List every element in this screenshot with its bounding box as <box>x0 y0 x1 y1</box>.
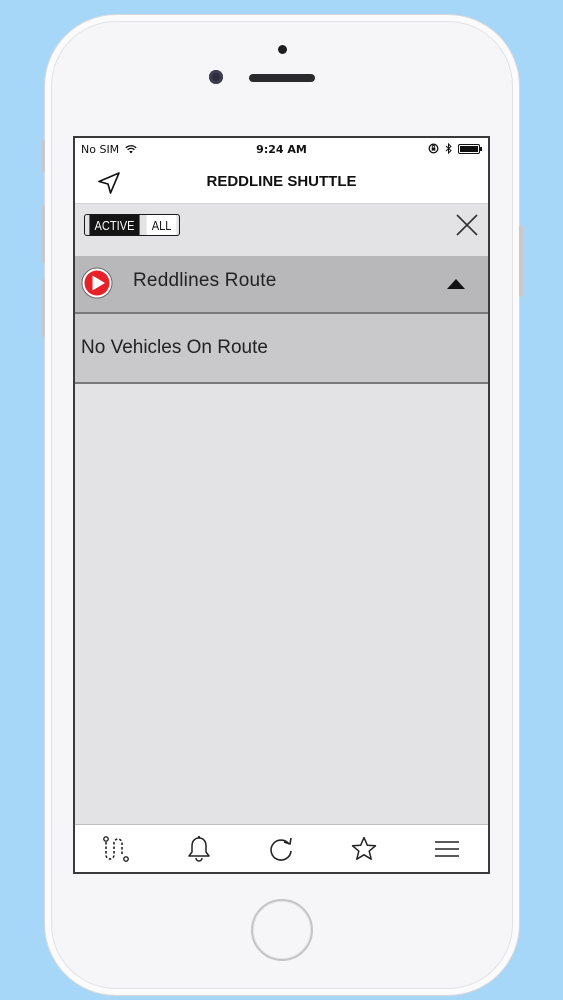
play-circle-icon <box>81 267 113 299</box>
status-right-icons <box>428 143 482 154</box>
status-bar: No SIM 9:24 AM <box>75 138 488 160</box>
app-screen: No SIM 9:24 AM REDDLINE SHUTTLE ACTIVE A… <box>73 136 490 874</box>
star-icon <box>351 836 377 860</box>
page-title: REDDLINE SHUTTLE <box>206 173 357 190</box>
proximity-sensor <box>278 45 287 54</box>
volume-down-button <box>41 279 45 337</box>
tab-alerts[interactable] <box>182 832 216 866</box>
filter-active-option[interactable]: ACTIVE <box>89 215 140 235</box>
empty-vehicles-row: No Vehicles On Route <box>75 314 488 384</box>
active-all-toggle[interactable]: ACTIVE ALL <box>84 214 181 236</box>
bluetooth-icon <box>445 143 452 154</box>
tab-favorites[interactable] <box>347 832 381 866</box>
route-name: Reddlines Route <box>133 270 277 291</box>
tab-routes[interactable] <box>99 832 133 866</box>
refresh-icon <box>270 837 293 861</box>
home-button[interactable] <box>251 899 313 961</box>
tab-bar <box>75 824 488 872</box>
route-row[interactable]: Reddlines Route <box>75 256 488 314</box>
front-camera <box>209 70 223 84</box>
rotation-lock-icon <box>428 143 439 154</box>
earpiece-speaker <box>249 74 315 82</box>
battery-icon <box>458 143 482 154</box>
bell-icon <box>188 835 210 862</box>
filter-bar: ACTIVE ALL <box>75 204 488 248</box>
route-icon <box>103 835 130 862</box>
mute-switch <box>41 140 45 172</box>
tab-refresh[interactable] <box>264 832 298 866</box>
power-button <box>519 225 523 297</box>
caret-up-icon[interactable] <box>446 278 466 290</box>
nav-bar: REDDLINE SHUTTLE <box>75 160 488 204</box>
status-time: 9:24 AM <box>256 143 307 156</box>
filter-all-option[interactable]: ALL <box>146 215 177 235</box>
menu-icon <box>434 840 459 857</box>
close-icon[interactable] <box>454 212 480 238</box>
volume-up-button <box>41 205 45 263</box>
empty-vehicles-text: No Vehicles On Route <box>81 337 268 358</box>
tab-menu[interactable] <box>430 832 464 866</box>
